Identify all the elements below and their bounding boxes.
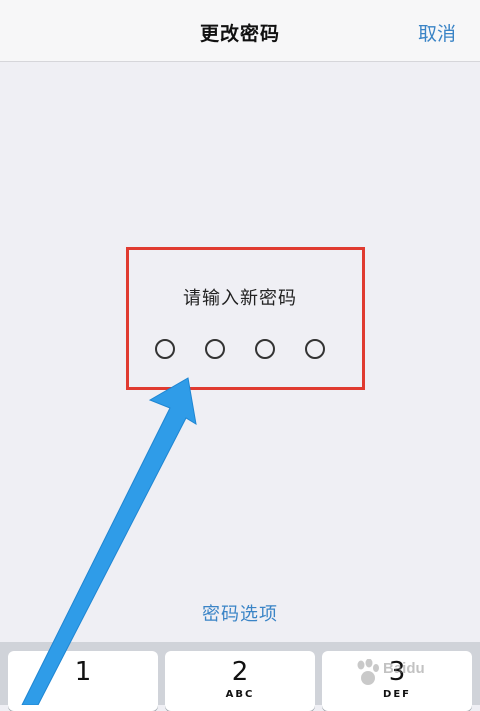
passcode-options-link[interactable]: 密码选项 [0,600,480,626]
passcode-content: 请输入新密码 密码选项 [0,62,480,642]
key-digit: 2 [231,657,249,687]
numeric-keypad: 1 2 ABC 3 DEF [0,642,480,711]
navigation-bar: 更改密码 取消 [0,0,480,62]
key-letters: ABC [225,689,255,700]
key-3[interactable]: 3 DEF [322,651,472,711]
page-title: 更改密码 [199,23,280,45]
key-1[interactable]: 1 [8,651,158,711]
highlight-annotation-box [126,247,365,390]
key-letters: DEF [383,689,411,700]
cancel-button[interactable]: 取消 [418,19,456,46]
key-digit: 3 [388,657,406,687]
key-2[interactable]: 2 ABC [165,651,315,711]
key-digit: 1 [74,657,92,687]
